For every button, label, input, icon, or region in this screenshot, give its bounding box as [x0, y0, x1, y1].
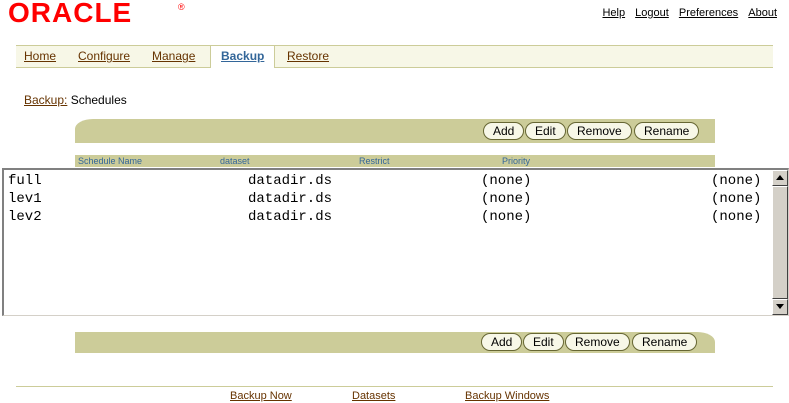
scroll-down-button[interactable] [772, 299, 788, 315]
schedule-name: full [8, 173, 42, 189]
arrow-up-icon [776, 175, 784, 180]
scroll-up-button[interactable] [772, 170, 788, 186]
bottom-action-bar: Add Edit Remove Rename [75, 332, 715, 353]
tab-restore[interactable]: Restore [287, 49, 329, 63]
schedule-dataset: datadir.ds [248, 191, 333, 207]
list-item[interactable]: full datadir.ds (none) (none) [6, 172, 771, 190]
column-header-priority: Priority [502, 156, 531, 166]
column-header-dataset: dataset [220, 156, 250, 166]
tab-backup[interactable]: Backup [210, 46, 276, 68]
footer-link-backup-windows[interactable]: Backup Windows [465, 390, 549, 402]
schedule-list[interactable]: full datadir.ds (none) (none) lev1 datad… [2, 168, 789, 316]
tab-home[interactable]: Home [24, 49, 56, 63]
rename-button[interactable]: Rename [634, 122, 700, 140]
breadcrumb: Backup: Schedules [24, 93, 127, 107]
remove-button[interactable]: Remove [565, 333, 630, 351]
schedule-dataset: datadir.ds [248, 173, 333, 189]
schedule-priority: (none) [711, 191, 762, 207]
registered-mark: ® [178, 2, 185, 12]
schedule-restrict: (none) [481, 173, 532, 189]
rename-button[interactable]: Rename [632, 333, 698, 351]
schedule-dataset: datadir.ds [248, 209, 333, 225]
tab-configure[interactable]: Configure [78, 49, 130, 63]
schedule-name: lev2 [8, 209, 42, 225]
list-item[interactable]: lev2 datadir.ds (none) (none) [6, 208, 771, 226]
add-button[interactable]: Add [481, 333, 523, 351]
logo-text: ORACLE [8, 0, 133, 28]
schedule-priority: (none) [711, 209, 762, 225]
preferences-link[interactable]: Preferences [679, 7, 738, 19]
tab-bar: Home Configure Manage Backup Restore [16, 45, 773, 68]
footer-divider [16, 386, 773, 387]
schedule-restrict: (none) [481, 191, 532, 207]
logout-link[interactable]: Logout [635, 7, 669, 19]
about-link[interactable]: About [748, 7, 777, 19]
column-header-restrict: Restrict [359, 156, 390, 166]
help-link[interactable]: Help [602, 7, 625, 19]
global-links: Help Logout Preferences About [595, 7, 777, 19]
footer-link-backup-now[interactable]: Backup Now [230, 390, 292, 402]
edit-button[interactable]: Edit [525, 122, 566, 140]
breadcrumb-backup-link[interactable]: Backup: [24, 93, 67, 107]
tab-manage[interactable]: Manage [152, 49, 195, 63]
column-header-bar: Schedule Name dataset Restrict Priority [75, 155, 715, 167]
breadcrumb-current: Schedules [70, 93, 127, 107]
schedule-rows: full datadir.ds (none) (none) lev1 datad… [6, 172, 771, 226]
top-action-bar: Add Edit Remove Rename [75, 119, 715, 143]
edit-button[interactable]: Edit [523, 333, 564, 351]
vertical-scrollbar[interactable] [772, 170, 788, 315]
arrow-down-icon [776, 304, 784, 309]
add-button[interactable]: Add [483, 122, 525, 140]
footer-link-datasets[interactable]: Datasets [352, 390, 395, 402]
schedule-priority: (none) [711, 173, 762, 189]
remove-button[interactable]: Remove [567, 122, 632, 140]
schedule-name: lev1 [8, 191, 42, 207]
schedule-restrict: (none) [481, 209, 532, 225]
oracle-logo: ORACLE ® [8, 0, 188, 28]
column-header-schedule-name: Schedule Name [78, 156, 143, 166]
scrollbar-thumb[interactable] [772, 186, 788, 299]
list-item[interactable]: lev1 datadir.ds (none) (none) [6, 190, 771, 208]
